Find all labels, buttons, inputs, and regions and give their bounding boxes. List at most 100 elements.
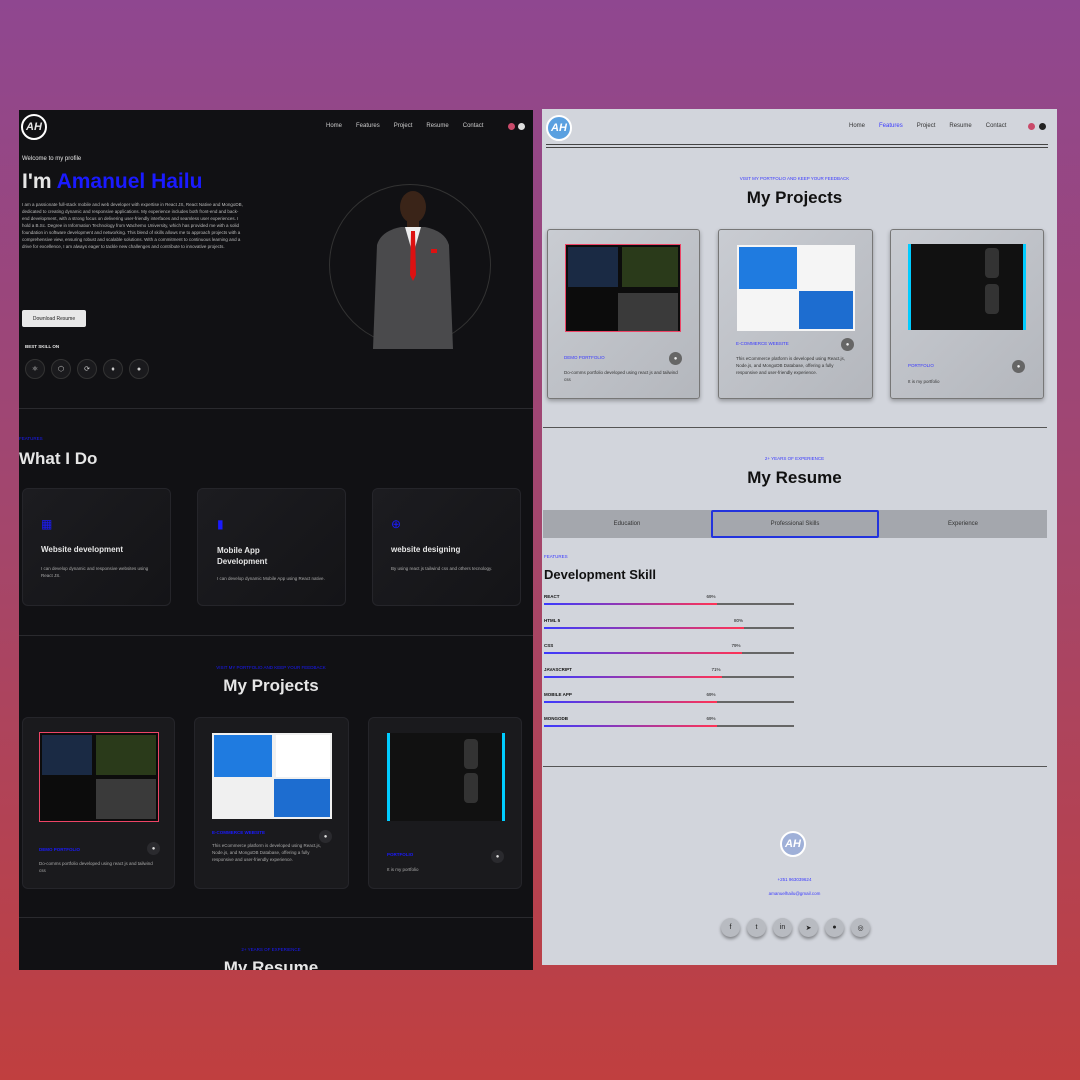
skill-bar-track <box>544 627 794 630</box>
project-card[interactable]: PORTFOLIO It is my portfolio ● <box>890 229 1044 399</box>
logo[interactable]: AH <box>21 114 47 140</box>
project-title: PORTFOLIO <box>387 852 414 857</box>
service-card[interactable]: ⊕ website designing By using react js ta… <box>372 488 521 606</box>
bio-text: I am a passionate full-stack mobile and … <box>22 202 243 249</box>
grid-icon: ▦ <box>41 517 53 531</box>
redux-icon[interactable]: ⟳ <box>77 359 97 379</box>
service-title: Mobile App Development <box>217 546 268 566</box>
dark-theme-screenshot: AH Home Features Project Resume Contact … <box>19 110 533 970</box>
theme-toggle-icon[interactable] <box>1039 123 1046 130</box>
github-icon[interactable]: ● <box>841 338 854 351</box>
projects-kicker: VISIT MY PORTFOLIO AND KEEP YOUR FEEDBAC… <box>739 176 850 181</box>
resume-kicker: 2+ YEARS OF EXPERIENCE <box>764 456 825 461</box>
project-card[interactable]: DEMO PORTFOLIO Do-comms portfolio develo… <box>22 717 175 889</box>
project-card[interactable]: E-COMMERCE WEBSITE This eCommerce platfo… <box>718 229 873 399</box>
flag-icon[interactable] <box>1028 123 1035 130</box>
service-desc: By using react js tailwind css and other… <box>391 566 493 571</box>
resume-title: My Resume <box>223 958 319 970</box>
footer-email[interactable]: amanuelhailu@gmail.com <box>542 890 1047 897</box>
twitter-icon[interactable]: t <box>747 918 766 937</box>
project-card[interactable]: E-COMMERCE WEBSITE This eCommerce platfo… <box>194 717 349 889</box>
project-thumbnail <box>565 244 681 332</box>
project-title: DEMO PORTFOLIO <box>564 355 605 360</box>
linkedin-icon[interactable]: in <box>773 918 792 937</box>
project-card[interactable]: PORTFOLIO It is my portfolio ● <box>368 717 522 889</box>
github-icon[interactable]: ● <box>825 918 844 937</box>
nav-links: Home Features Project Resume Contact <box>326 123 483 129</box>
welcome-text: Welcome to my profile <box>22 156 82 162</box>
greeting: I'm <box>22 170 57 193</box>
skill-bar-fill <box>544 603 717 605</box>
projects-title: My Projects <box>746 188 843 207</box>
tab-education[interactable]: Education <box>543 510 711 538</box>
project-thumbnail <box>212 733 332 819</box>
theme-toggle-icon[interactable] <box>518 123 525 130</box>
skill-name: HTML 5 <box>544 618 561 624</box>
light-theme-screenshot: AH Home Features Project Resume Contact … <box>542 109 1057 965</box>
skill-bar-track <box>544 603 794 605</box>
divider <box>543 427 1047 428</box>
tab-professional-skills[interactable]: Professional Skills <box>711 510 879 538</box>
skill-bar-fill <box>544 725 717 727</box>
github-icon[interactable]: ● <box>669 352 682 365</box>
mobile-icon: ▮ <box>217 517 224 531</box>
nav-home[interactable]: Home <box>326 123 342 129</box>
skill-bar-track <box>544 700 794 703</box>
skill-value: 80% <box>734 618 744 624</box>
logo[interactable]: AH <box>546 115 572 141</box>
profile-photo <box>371 185 455 349</box>
project-desc: It is my portfolio <box>908 379 940 384</box>
footer-phone[interactable]: +251 963039624 <box>542 876 1047 883</box>
what-i-do-title: What I Do <box>19 449 98 468</box>
service-title: website designing <box>391 545 461 554</box>
react-icon[interactable]: ⚛ <box>25 359 45 379</box>
flag-icon[interactable] <box>508 123 515 130</box>
nav-features[interactable]: Features <box>879 123 903 129</box>
github-icon[interactable]: ● <box>319 830 332 843</box>
service-card[interactable]: ▮ Mobile App Development I can develop d… <box>197 488 346 606</box>
tab-experience[interactable]: Experience <box>879 510 1047 538</box>
divider <box>543 766 1047 767</box>
nav-resume[interactable]: Resume <box>949 123 971 129</box>
skill-bar-track <box>544 676 794 679</box>
facebook-icon[interactable]: f <box>721 918 740 937</box>
skill-value: 69% <box>706 716 716 721</box>
navbar: AH Home Features Project Resume Contact <box>19 110 533 144</box>
node-icon[interactable]: ⬡ <box>51 359 71 379</box>
github-icon[interactable]: ● <box>129 359 149 379</box>
divider <box>19 917 533 918</box>
service-card[interactable]: ▦ Website development I can develop dyna… <box>22 488 171 606</box>
nav-resume[interactable]: Resume <box>426 123 448 129</box>
nav-project[interactable]: Project <box>917 123 936 129</box>
project-desc: It is my portfolio <box>387 867 419 872</box>
skill-bar-track <box>544 651 794 654</box>
project-desc: This eCommerce platform is developed usi… <box>736 356 846 375</box>
github-icon[interactable]: ● <box>1012 360 1025 373</box>
skill-bar-track <box>544 725 794 727</box>
nav-contact[interactable]: Contact <box>986 123 1007 129</box>
skill-value: 69% <box>706 691 716 697</box>
nav-project[interactable]: Project <box>394 123 413 129</box>
footer-logo[interactable]: AH <box>780 831 806 857</box>
github-icon[interactable]: ● <box>147 842 160 855</box>
project-desc: This eCommerce platform is developed usi… <box>212 843 322 862</box>
nav-links: Home Features Project Resume Contact <box>849 123 1006 129</box>
project-card[interactable]: DEMO PORTFOLIO Do-comms portfolio develo… <box>547 229 700 399</box>
divider <box>19 635 533 636</box>
project-title: E-COMMERCE WEBSITE <box>736 341 789 346</box>
project-desc: Do-comms portfolio developed using react… <box>564 370 678 382</box>
nav-features[interactable]: Features <box>356 123 380 129</box>
resume-kicker: 2+ YEARS OF EXPERIENCE <box>241 947 301 952</box>
nav-contact[interactable]: Contact <box>463 123 484 129</box>
mongodb-icon[interactable]: ♦ <box>103 359 123 379</box>
hero-name: Amanuel Hailu <box>56 170 203 193</box>
telegram-icon[interactable]: ➤ <box>799 918 818 937</box>
skill-bar-fill <box>544 700 717 703</box>
instagram-icon[interactable]: ◎ <box>851 918 870 937</box>
project-title: E-COMMERCE WEBSITE <box>212 830 266 835</box>
download-resume-button[interactable]: Download Resume <box>22 310 86 327</box>
project-thumbnail <box>39 732 159 822</box>
resume-title: My Resume <box>747 468 842 487</box>
nav-home[interactable]: Home <box>849 123 865 129</box>
github-icon[interactable]: ● <box>491 850 504 863</box>
